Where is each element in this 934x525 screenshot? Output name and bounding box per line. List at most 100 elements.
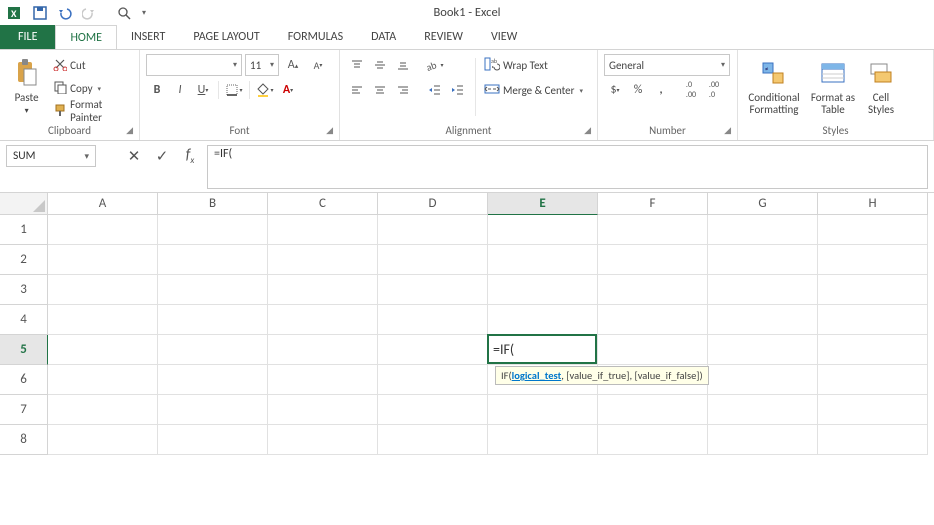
accounting-format-button[interactable]: $▾: [604, 79, 626, 101]
format-as-table-button[interactable]: Format as Table: [808, 54, 858, 120]
increase-decimal-button[interactable]: .0.00: [680, 79, 702, 101]
col-head-B[interactable]: B: [158, 193, 268, 215]
svg-text:≠: ≠: [765, 64, 769, 73]
number-dialog-launcher-icon[interactable]: ◢: [724, 125, 731, 136]
merge-center-icon: [484, 82, 500, 99]
tab-home[interactable]: HOME: [55, 25, 117, 49]
col-head-C[interactable]: C: [268, 193, 378, 215]
qat-customize-icon[interactable]: ▾: [138, 2, 150, 24]
align-right-icon[interactable]: [392, 79, 414, 101]
merge-center-button[interactable]: Merge & Center ▾: [482, 79, 585, 101]
format-painter-button[interactable]: Format Painter: [51, 100, 133, 122]
insert-function-button[interactable]: fx: [177, 145, 203, 167]
tooltip-prefix: IF(: [501, 369, 512, 382]
function-tooltip[interactable]: IF(logical_test, [value_if_true], [value…: [495, 366, 709, 385]
tab-formulas[interactable]: FORMULAS: [274, 25, 357, 49]
excel-app-icon[interactable]: X: [4, 2, 26, 24]
cut-label: Cut: [70, 59, 85, 72]
decrease-indent-icon[interactable]: [424, 79, 446, 101]
font-dialog-launcher-icon[interactable]: ◢: [326, 125, 333, 136]
copy-icon: [53, 80, 67, 97]
orientation-button[interactable]: ab▾: [424, 54, 446, 76]
row-head-2[interactable]: 2: [0, 245, 48, 275]
formula-input[interactable]: =IF(: [207, 145, 928, 189]
clipboard-dialog-launcher-icon[interactable]: ◢: [126, 125, 133, 136]
col-head-H[interactable]: H: [818, 193, 928, 215]
comma-format-button[interactable]: ,: [650, 79, 672, 101]
conditional-formatting-button[interactable]: ≠ Conditional Formatting: [744, 54, 804, 120]
align-top-icon[interactable]: [346, 54, 368, 76]
align-middle-icon[interactable]: [369, 54, 391, 76]
copy-button[interactable]: Copy ▾: [51, 77, 133, 99]
cut-button[interactable]: Cut: [51, 54, 133, 76]
wrap-text-button[interactable]: ab Wrap Text: [482, 54, 585, 76]
border-button[interactable]: ▾: [223, 79, 245, 101]
conditional-formatting-icon: ≠: [758, 58, 790, 90]
styles-group-label: Styles: [822, 124, 848, 137]
svg-text:X: X: [11, 7, 17, 20]
clipboard-group-label: Clipboard: [48, 124, 91, 137]
col-head-G[interactable]: G: [708, 193, 818, 215]
font-name-combo[interactable]: ▾: [146, 54, 242, 76]
tab-data[interactable]: DATA: [357, 25, 410, 49]
group-styles: ≠ Conditional Formatting Format as Table…: [738, 50, 934, 140]
fill-color-button[interactable]: ▾: [254, 79, 276, 101]
tab-review[interactable]: REVIEW: [410, 25, 477, 49]
row-head-6[interactable]: 6: [0, 365, 48, 395]
align-left-icon[interactable]: [346, 79, 368, 101]
tab-insert[interactable]: INSERT: [117, 25, 179, 49]
decrease-font-icon[interactable]: A▾: [307, 54, 329, 76]
col-head-E[interactable]: E: [488, 193, 598, 215]
font-color-button[interactable]: A▾: [277, 79, 299, 101]
row-head-4[interactable]: 4: [0, 305, 48, 335]
cancel-formula-button[interactable]: ✕: [121, 145, 147, 167]
col-head-D[interactable]: D: [378, 193, 488, 215]
align-center-icon[interactable]: [369, 79, 391, 101]
italic-button[interactable]: I: [169, 79, 191, 101]
accept-formula-button[interactable]: ✓: [149, 145, 175, 167]
decrease-decimal-button[interactable]: .00.0: [703, 79, 725, 101]
tab-view[interactable]: VIEW: [477, 25, 531, 49]
name-box-dropdown-icon[interactable]: ▾: [84, 151, 89, 162]
row-head-3[interactable]: 3: [0, 275, 48, 305]
alignment-group-label: Alignment: [446, 124, 492, 137]
tab-file[interactable]: FILE: [0, 25, 55, 49]
ribbon-tabs: FILE HOME INSERT PAGE LAYOUT FORMULAS DA…: [0, 25, 934, 49]
increase-indent-icon[interactable]: [447, 79, 469, 101]
tab-page-layout[interactable]: PAGE LAYOUT: [179, 25, 273, 49]
save-icon[interactable]: [29, 2, 51, 24]
row-head-7[interactable]: 7: [0, 395, 48, 425]
col-head-A[interactable]: A: [48, 193, 158, 215]
number-format-combo[interactable]: General▾: [604, 54, 730, 76]
align-bottom-icon[interactable]: [392, 54, 414, 76]
bold-button[interactable]: B: [146, 79, 168, 101]
font-size-combo[interactable]: 11▾: [245, 54, 279, 76]
paste-label: Paste: [15, 91, 39, 104]
worksheet-grid: A B C D E F G H 1 2 3 4 5 6 7 8 =IF( IF(…: [0, 193, 934, 525]
name-box[interactable]: SUM ▾: [6, 145, 96, 167]
print-preview-icon[interactable]: [113, 2, 135, 24]
conditional-formatting-label: Conditional Formatting: [748, 92, 799, 116]
underline-button[interactable]: U▾: [192, 79, 214, 101]
cut-icon: [53, 57, 67, 74]
alignment-dialog-launcher-icon[interactable]: ◢: [584, 125, 591, 136]
increase-font-icon[interactable]: A▴: [282, 54, 304, 76]
select-all-corner[interactable]: [0, 193, 48, 215]
group-number: General▾ $▾ % , .0.00 .00.0 Number ◢: [598, 50, 738, 140]
row-headers: 1 2 3 4 5 6 7 8: [0, 215, 48, 455]
undo-icon[interactable]: [54, 2, 76, 24]
redo-icon[interactable]: [79, 2, 101, 24]
title-bar: X ▾ Book1 - Excel: [0, 0, 934, 25]
cell-styles-button[interactable]: Cell Styles: [862, 54, 900, 120]
format-as-table-label: Format as Table: [811, 92, 855, 116]
col-head-F[interactable]: F: [598, 193, 708, 215]
percent-format-button[interactable]: %: [627, 79, 649, 101]
font-size-value: 11: [250, 59, 261, 72]
row-head-8[interactable]: 8: [0, 425, 48, 455]
paste-button[interactable]: Paste▾: [6, 54, 47, 120]
row-head-5[interactable]: 5: [0, 335, 48, 365]
active-cell[interactable]: =IF(: [487, 334, 597, 364]
row-head-1[interactable]: 1: [0, 215, 48, 245]
tooltip-active-arg[interactable]: logical_test: [512, 369, 562, 382]
number-group-label: Number: [649, 124, 686, 137]
